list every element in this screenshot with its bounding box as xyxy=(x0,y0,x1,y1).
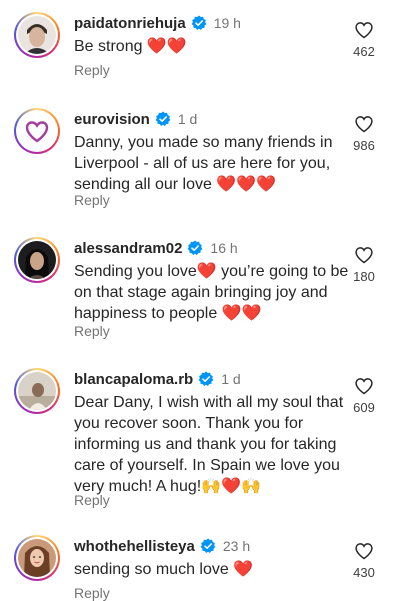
reply-button[interactable]: Reply xyxy=(74,192,110,208)
like-control: 430 xyxy=(347,541,381,580)
verified-badge-icon xyxy=(155,111,171,126)
verified-badge-icon xyxy=(198,371,214,386)
avatar[interactable] xyxy=(14,108,60,154)
comment-text: Sending you love❤️ you’re going to be on… xyxy=(74,263,349,322)
like-control: 462 xyxy=(347,20,381,59)
timestamp: 1 d xyxy=(221,371,241,387)
username[interactable]: eurovision xyxy=(74,111,150,128)
like-count: 430 xyxy=(353,565,375,580)
heart-outline-icon[interactable] xyxy=(354,541,374,561)
reply-button[interactable]: Reply xyxy=(74,492,110,508)
comment-text: Danny, you made so many friends in Liver… xyxy=(74,134,333,193)
heart-outline-icon[interactable] xyxy=(354,245,374,265)
verified-badge-icon xyxy=(191,15,207,30)
heart-outline-icon[interactable] xyxy=(354,20,374,40)
timestamp: 23 h xyxy=(222,538,251,554)
username[interactable]: blancapaloma.rb xyxy=(74,371,193,388)
reply-button[interactable]: Reply xyxy=(74,62,110,78)
reply-button[interactable]: Reply xyxy=(74,585,110,601)
avatar[interactable] xyxy=(14,535,60,581)
verified-badge-icon xyxy=(200,538,216,553)
username[interactable]: whothehellisteya xyxy=(74,538,195,555)
heart-outline-icon[interactable] xyxy=(354,376,374,396)
heart-outline-icon[interactable] xyxy=(354,114,374,134)
comment-text: Be strong ❤️❤️ xyxy=(74,38,187,55)
like-control: 986 xyxy=(347,114,381,153)
like-control: 180 xyxy=(347,245,381,284)
avatar[interactable] xyxy=(14,237,60,283)
comment-text: Dear Dany, I wish with all my soul that … xyxy=(74,394,344,495)
avatar-photo xyxy=(18,372,56,410)
avatar[interactable] xyxy=(14,368,60,414)
like-count: 986 xyxy=(353,138,375,153)
timestamp: 19 h xyxy=(213,15,241,31)
verified-badge-icon xyxy=(188,240,203,255)
like-count: 462 xyxy=(353,44,375,59)
username[interactable]: paidatonriehuja xyxy=(74,15,186,32)
comment-text: sending so much love ❤️ xyxy=(74,561,254,578)
reply-button[interactable]: Reply xyxy=(74,323,110,339)
avatar-photo xyxy=(18,112,56,150)
username[interactable]: alessandram02 xyxy=(74,240,182,257)
timestamp: 1 d xyxy=(177,111,198,127)
like-count: 180 xyxy=(353,269,375,284)
like-count: 609 xyxy=(353,400,375,415)
like-control: 609 xyxy=(347,376,381,415)
avatar-photo xyxy=(18,539,56,577)
avatar-photo xyxy=(18,241,56,279)
timestamp: 16 h xyxy=(210,240,238,256)
avatar-photo xyxy=(18,16,56,54)
avatar[interactable] xyxy=(14,12,60,58)
